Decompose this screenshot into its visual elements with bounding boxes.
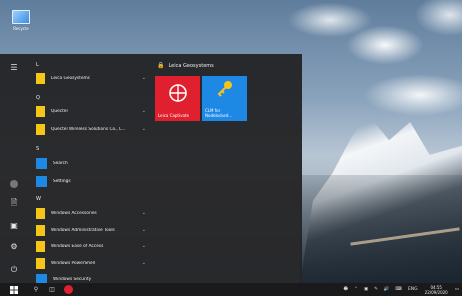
app-windows-admin-tools[interactable]: Windows Administrative Tools ⌄ bbox=[36, 223, 150, 237]
start-button[interactable] bbox=[0, 283, 28, 296]
task-view-icon[interactable]: ◫ bbox=[44, 283, 60, 296]
folder-icon bbox=[36, 72, 45, 84]
windows-logo-icon bbox=[10, 285, 18, 294]
app-label: Leica Geosystems bbox=[51, 75, 90, 81]
language-indicator[interactable]: ENG bbox=[408, 287, 418, 292]
group-letter-l[interactable]: L bbox=[36, 62, 39, 68]
leica-captivate-icon bbox=[169, 84, 187, 102]
app-label: Windows Administrative Tools bbox=[51, 227, 115, 233]
taskbar: ⚲ ◫ ☻ ⌃ ▣ ✎ 🔊 ⌨ ENG 04:55 22/09/2020 ▭ bbox=[0, 283, 462, 296]
folder-icon bbox=[36, 240, 45, 252]
mountain-shade bbox=[300, 175, 462, 283]
folder-icon bbox=[36, 224, 45, 236]
search-icon[interactable]: ⚲ bbox=[28, 283, 44, 296]
folder-icon bbox=[36, 123, 45, 135]
app-label: Windows Ease of Access bbox=[51, 243, 104, 249]
network-icon[interactable]: ▣ bbox=[364, 287, 368, 292]
tile-group-title: Leica Geosystems bbox=[168, 62, 214, 69]
app-quectel-wireless[interactable]: Quectel Wireless Solutions Co., L... ⌄ bbox=[36, 122, 150, 136]
volume-icon[interactable]: 🔊 bbox=[384, 287, 390, 292]
power-icon[interactable]: ⏻ bbox=[7, 263, 21, 277]
tile-label-line2: Nodelocked... bbox=[205, 113, 233, 118]
group-letter-q[interactable]: Q bbox=[36, 95, 40, 101]
app-label: Windows Security bbox=[53, 276, 92, 282]
app-quectel[interactable]: Quectel ⌄ bbox=[36, 104, 150, 118]
folder-icon bbox=[36, 257, 45, 269]
documents-icon[interactable]: 🗎 bbox=[7, 197, 21, 211]
recycle-bin-icon bbox=[12, 10, 30, 24]
tile-label: Leica Captivate bbox=[158, 113, 189, 118]
pictures-icon[interactable]: ▣ bbox=[7, 218, 21, 232]
app-settings[interactable]: Settings bbox=[36, 174, 150, 188]
tile-label: CLM for Nodelocked... bbox=[205, 108, 232, 118]
chevron-down-icon: ⌄ bbox=[141, 243, 146, 249]
app-label: Search bbox=[53, 160, 68, 166]
pen-icon[interactable]: ✎ bbox=[374, 287, 378, 292]
app-label: Windows PowerShell bbox=[51, 260, 96, 266]
app-windows-ease-of-access[interactable]: Windows Ease of Access ⌄ bbox=[36, 239, 150, 253]
app-windows-powershell[interactable]: Windows PowerShell ⌄ bbox=[36, 256, 150, 270]
lock-icon: 🔒 bbox=[157, 62, 165, 69]
group-letter-s[interactable]: S bbox=[36, 146, 39, 152]
app-label: Quectel Wireless Solutions Co., L... bbox=[51, 126, 126, 132]
folder-icon bbox=[36, 207, 45, 219]
app-label: Settings bbox=[53, 178, 71, 184]
app-search[interactable]: Search bbox=[36, 156, 150, 170]
tile-leica-captivate[interactable]: Leica Captivate bbox=[155, 76, 200, 121]
people-icon[interactable]: ☻ bbox=[343, 287, 348, 292]
recycle-bin-shortcut[interactable]: Recycle bbox=[9, 10, 33, 31]
desktop-icon-label: Recycle bbox=[13, 26, 29, 31]
keyboard-icon[interactable]: ⌨ bbox=[395, 287, 402, 292]
group-letter-w[interactable]: W bbox=[36, 196, 41, 202]
chevron-down-icon: ⌄ bbox=[141, 227, 146, 233]
tile-clm-nodelocked[interactable]: CLM for Nodelocked... bbox=[202, 76, 247, 121]
notifications-icon[interactable]: ▭ bbox=[455, 287, 459, 292]
settings-gear-icon[interactable]: ⚙ bbox=[7, 239, 21, 253]
chevron-down-icon: ⌄ bbox=[141, 260, 146, 266]
search-icon bbox=[36, 157, 47, 169]
chevron-down-icon: ⌄ bbox=[141, 75, 146, 81]
chevron-down-icon: ⌄ bbox=[141, 126, 146, 132]
gear-icon bbox=[36, 175, 47, 187]
key-icon bbox=[217, 81, 232, 97]
chevron-down-icon: ⌄ bbox=[141, 210, 146, 216]
clock-date: 22/09/2020 bbox=[424, 289, 448, 295]
chevron-up-icon[interactable]: ⌃ bbox=[354, 287, 358, 292]
folder-icon bbox=[36, 105, 45, 117]
user-avatar-icon[interactable] bbox=[7, 177, 21, 191]
app-windows-accessories[interactable]: Windows Accessories ⌄ bbox=[36, 206, 150, 220]
start-menu: ☰ 🗎 ▣ ⚙ ⏻ L Leica Geosystems ⌄ Q Quectel… bbox=[0, 54, 302, 285]
chevron-down-icon: ⌄ bbox=[141, 108, 146, 114]
hamburger-menu-icon[interactable]: ☰ bbox=[7, 60, 21, 74]
app-label: Quectel bbox=[51, 108, 68, 114]
app-leica-geosystems[interactable]: Leica Geosystems ⌄ bbox=[36, 71, 150, 85]
system-tray: ☻ ⌃ ▣ ✎ 🔊 ⌨ ENG 04:55 22/09/2020 ▭ bbox=[340, 283, 462, 296]
app-label: Windows Accessories bbox=[51, 210, 97, 216]
clock[interactable]: 04:55 22/09/2020 bbox=[425, 285, 448, 295]
start-rail: ☰ 🗎 ▣ ⚙ ⏻ bbox=[0, 54, 28, 283]
leica-captivate-taskbar-icon[interactable] bbox=[60, 283, 76, 296]
tile-group-header[interactable]: 🔒 Leica Geosystems bbox=[157, 62, 214, 69]
